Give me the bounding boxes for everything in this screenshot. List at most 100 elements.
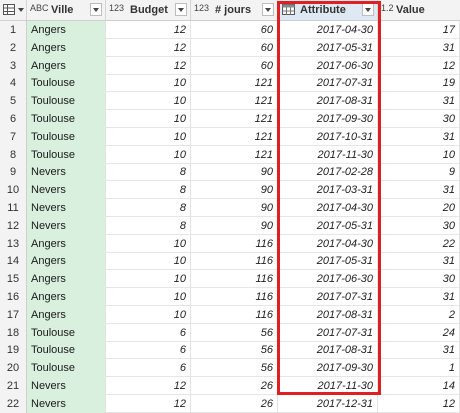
filter-dropdown-button[interactable] [175, 3, 187, 16]
cell-budget[interactable]: 6 [106, 323, 191, 342]
cell-jours[interactable]: 116 [191, 270, 278, 289]
cell-value[interactable]: 24 [378, 323, 460, 342]
cell-value[interactable]: 14 [378, 377, 460, 395]
cell-jours[interactable]: 90 [191, 199, 278, 217]
cell-budget[interactable]: 12 [106, 394, 191, 413]
cell-budget[interactable]: 10 [106, 127, 191, 146]
cell-ville[interactable]: Nevers [27, 394, 106, 413]
cell-budget[interactable]: 6 [106, 341, 191, 360]
row-number[interactable]: 19 [0, 341, 27, 360]
cell-budget[interactable]: 10 [106, 288, 191, 306]
cell-budget[interactable]: 8 [106, 216, 191, 235]
cell-attribute[interactable]: 2017-02-28 [278, 163, 378, 182]
cell-budget[interactable]: 12 [106, 56, 191, 75]
table-row[interactable]: 8 Toulouse 10 121 2017-11-30 10 [0, 145, 460, 164]
cell-ville[interactable]: Toulouse [27, 323, 106, 342]
cell-budget[interactable]: 10 [106, 145, 191, 164]
cell-ville[interactable]: Toulouse [27, 92, 106, 111]
filter-dropdown-button[interactable] [362, 3, 374, 16]
cell-budget[interactable]: 6 [106, 359, 191, 378]
cell-budget[interactable]: 10 [106, 252, 191, 271]
row-number[interactable]: 15 [0, 270, 27, 289]
table-row[interactable]: 14 Angers 10 116 2017-05-31 31 [0, 252, 460, 271]
table-row[interactable]: 4 Toulouse 10 121 2017-07-31 19 [0, 74, 460, 93]
cell-value[interactable]: 22 [378, 234, 460, 253]
cell-budget[interactable]: 10 [106, 234, 191, 253]
cell-jours[interactable]: 56 [191, 359, 278, 378]
table-row[interactable]: 7 Toulouse 10 121 2017-10-31 31 [0, 127, 460, 146]
row-number[interactable]: 18 [0, 323, 27, 342]
cell-value[interactable]: 30 [378, 110, 460, 128]
cell-attribute[interactable]: 2017-04-30 [278, 199, 378, 217]
table-row[interactable]: 21 Nevers 12 26 2017-11-30 14 [0, 377, 460, 395]
table-row[interactable]: 19 Toulouse 6 56 2017-08-31 31 [0, 341, 460, 360]
cell-ville[interactable]: Toulouse [27, 359, 106, 378]
cell-jours[interactable]: 56 [191, 323, 278, 342]
table-menu-button[interactable] [0, 0, 27, 20]
cell-jours[interactable]: 116 [191, 252, 278, 271]
cell-jours[interactable]: 121 [191, 92, 278, 111]
row-number[interactable]: 4 [0, 74, 27, 93]
cell-value[interactable]: 19 [378, 74, 460, 93]
cell-ville[interactable]: Nevers [27, 181, 106, 200]
cell-attribute[interactable]: 2017-10-31 [278, 127, 378, 146]
cell-attribute[interactable]: 2017-03-31 [278, 181, 378, 200]
cell-jours[interactable]: 121 [191, 127, 278, 146]
cell-ville[interactable]: Nevers [27, 199, 106, 217]
cell-ville[interactable]: Angers [27, 305, 106, 324]
table-row[interactable]: 2 Angers 12 60 2017-05-31 31 [0, 38, 460, 57]
cell-value[interactable]: 30 [378, 216, 460, 235]
row-number[interactable]: 14 [0, 252, 27, 271]
cell-value[interactable]: 12 [378, 394, 460, 413]
cell-attribute[interactable]: 2017-04-30 [278, 234, 378, 253]
cell-ville[interactable]: Angers [27, 252, 106, 271]
cell-ville[interactable]: Angers [27, 270, 106, 289]
cell-value[interactable]: 31 [378, 252, 460, 271]
cell-attribute[interactable]: 2017-07-31 [278, 323, 378, 342]
cell-budget[interactable]: 12 [106, 377, 191, 395]
column-header-ville[interactable]: ABC Ville [27, 0, 106, 20]
cell-budget[interactable]: 12 [106, 38, 191, 57]
cell-jours[interactable]: 116 [191, 234, 278, 253]
row-number[interactable]: 5 [0, 92, 27, 111]
table-row[interactable]: 12 Nevers 8 90 2017-05-31 30 [0, 216, 460, 235]
table-row[interactable]: 9 Nevers 8 90 2017-02-28 9 [0, 163, 460, 182]
cell-jours[interactable]: 90 [191, 181, 278, 200]
row-number[interactable]: 20 [0, 359, 27, 378]
table-row[interactable]: 13 Angers 10 116 2017-04-30 22 [0, 234, 460, 253]
table-row[interactable]: 5 Toulouse 10 121 2017-08-31 31 [0, 92, 460, 111]
filter-dropdown-button[interactable] [262, 3, 274, 16]
cell-value[interactable]: 12 [378, 56, 460, 75]
cell-jours[interactable]: 60 [191, 56, 278, 75]
cell-budget[interactable]: 10 [106, 110, 191, 128]
cell-value[interactable]: 31 [378, 92, 460, 111]
row-number[interactable]: 6 [0, 110, 27, 128]
cell-attribute[interactable]: 2017-06-30 [278, 270, 378, 289]
cell-jours[interactable]: 60 [191, 21, 278, 39]
cell-jours[interactable]: 116 [191, 288, 278, 306]
cell-budget[interactable]: 8 [106, 181, 191, 200]
row-number[interactable]: 1 [0, 21, 27, 39]
cell-ville[interactable]: Angers [27, 234, 106, 253]
cell-jours[interactable]: 26 [191, 394, 278, 413]
table-row[interactable]: 6 Toulouse 10 121 2017-09-30 30 [0, 110, 460, 128]
cell-ville[interactable]: Angers [27, 21, 106, 39]
cell-budget[interactable]: 10 [106, 270, 191, 289]
column-header-jours[interactable]: 123 # jours [191, 0, 278, 20]
cell-ville[interactable]: Angers [27, 288, 106, 306]
cell-jours[interactable]: 90 [191, 163, 278, 182]
cell-value[interactable]: 31 [378, 341, 460, 360]
cell-value[interactable]: 31 [378, 181, 460, 200]
column-header-attribute[interactable]: Attribute [278, 0, 378, 20]
table-row[interactable]: 1 Angers 12 60 2017-04-30 17 [0, 21, 460, 39]
row-number[interactable]: 17 [0, 305, 27, 324]
cell-jours[interactable]: 60 [191, 38, 278, 57]
cell-ville[interactable]: Toulouse [27, 127, 106, 146]
filter-dropdown-button[interactable] [90, 3, 102, 16]
row-number[interactable]: 16 [0, 288, 27, 306]
cell-ville[interactable]: Nevers [27, 377, 106, 395]
cell-value[interactable]: 20 [378, 199, 460, 217]
table-row[interactable]: 11 Nevers 8 90 2017-04-30 20 [0, 199, 460, 217]
cell-attribute[interactable]: 2017-06-30 [278, 56, 378, 75]
row-number[interactable]: 13 [0, 234, 27, 253]
